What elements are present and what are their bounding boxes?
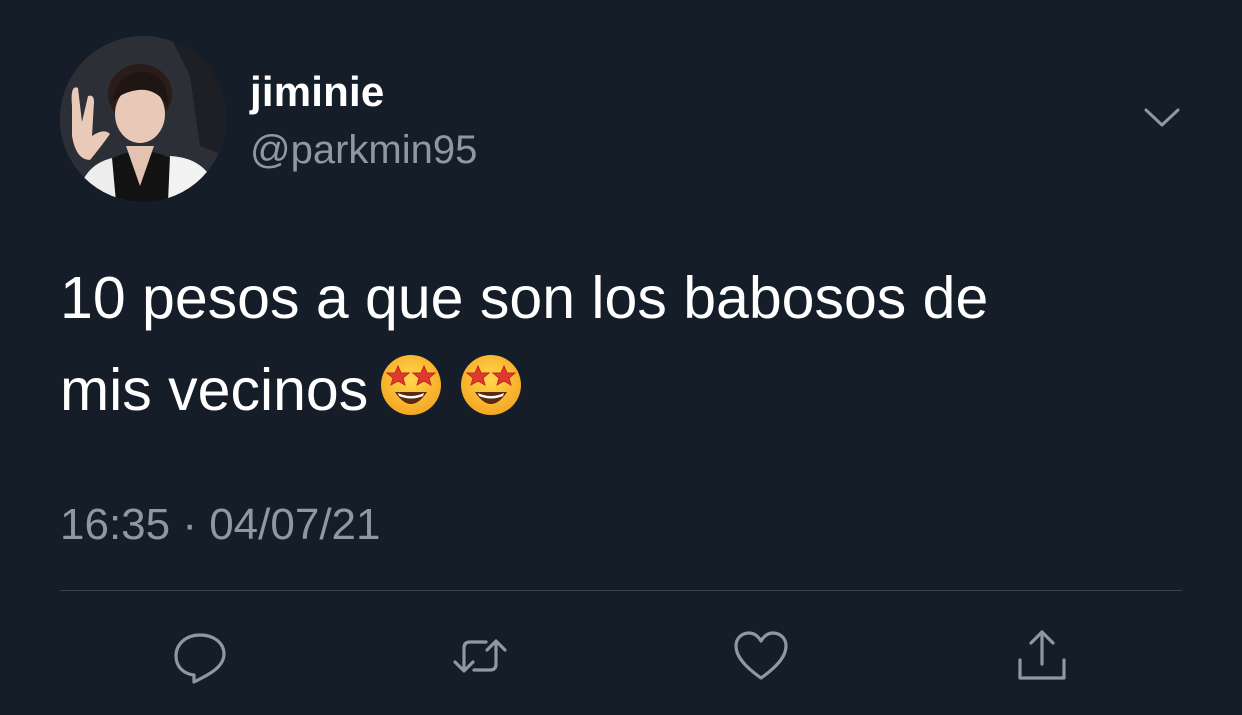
chevron-down-icon[interactable] — [1140, 100, 1184, 136]
tweet-timestamp[interactable]: 16:35 · 04/07/21 — [60, 499, 380, 551]
like-button[interactable] — [731, 626, 791, 686]
star-struck-emoji-icon — [378, 352, 444, 418]
retweet-icon — [453, 639, 507, 673]
star-struck-emoji-icon — [458, 352, 524, 418]
avatar[interactable] — [60, 36, 226, 202]
display-name[interactable]: jiminie — [250, 68, 384, 116]
tweet-text-line-2-words: mis vecinos — [60, 357, 369, 423]
tweet-card: jiminie @parkmin95 10 pesos a que son lo… — [0, 0, 1242, 715]
user-handle[interactable]: @parkmin95 — [250, 126, 477, 174]
share-icon — [1018, 630, 1066, 680]
tweet-text: 10 pesos a que son los babosos de mis ve… — [60, 252, 1180, 436]
divider — [60, 590, 1182, 591]
reply-icon — [174, 633, 226, 684]
retweet-button[interactable] — [450, 626, 510, 686]
heart-icon — [734, 631, 788, 680]
share-button[interactable] — [1012, 626, 1072, 686]
tweet-text-line-1: 10 pesos a que son los babosos de — [60, 265, 989, 331]
tweet-text-line-2: mis vecinos — [60, 344, 1180, 436]
reply-button[interactable] — [170, 626, 230, 686]
